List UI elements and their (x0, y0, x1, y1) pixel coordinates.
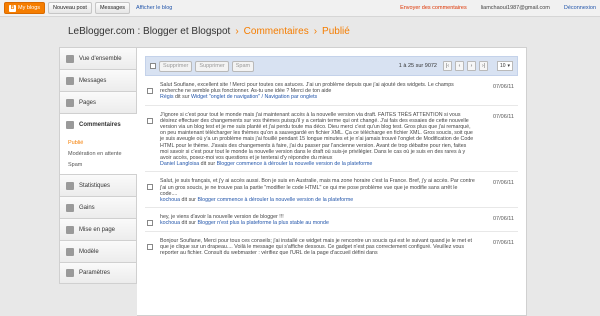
sidebar-item-pages[interactable]: Pages (59, 91, 137, 113)
stats-icon (66, 181, 74, 190)
send-comments-link[interactable]: Envoyer des commentaires (400, 5, 467, 11)
grid-icon (66, 54, 74, 63)
sidebar-item-label: Vue d'ensemble (79, 55, 122, 62)
sidebar-item-label: Mise en page (79, 226, 116, 233)
sidebar-item-comments[interactable]: Commentaires (59, 113, 137, 135)
sidebar-item-label: Commentaires (79, 121, 121, 128)
new-post-button[interactable]: Nouveau post (48, 2, 92, 14)
top-bar: B My blogs Nouveau post Messages Afficher… (0, 0, 600, 17)
comment-text: Salut, je suis français, et j'y ai accès… (160, 178, 475, 197)
comment-icon (66, 120, 74, 129)
sidebar-item-label: Gains (79, 204, 95, 211)
comment-item: Salut, je suis français, et j'y ai accès… (145, 172, 518, 209)
view-blog-link[interactable]: Afficher le blog (136, 5, 172, 11)
breadcrumb-comments[interactable]: Commentaires (244, 26, 309, 37)
sidebar-item-label: Messages (79, 77, 107, 84)
settings-icon (66, 269, 74, 277)
breadcrumb: LeBlogger.com : Blogger et Blogspot › Co… (0, 17, 600, 45)
comment-checkbox[interactable] (147, 88, 153, 94)
sidebar-item-label: Paramètres (79, 270, 111, 276)
comments-toolbar: Supprimer Supprimer Spam 1 à 25 sur 9072… (145, 56, 518, 76)
layout-icon (66, 225, 74, 234)
comment-author[interactable]: Daniel Langloisa (160, 161, 199, 167)
comments-subnav: Publié Modération en attente Spam (59, 135, 137, 174)
chevron-down-icon: ▾ (507, 63, 510, 69)
comment-date: 07/06/11 (492, 216, 514, 223)
earnings-icon (66, 203, 74, 212)
comment-date: 07/06/11 (492, 84, 514, 90)
comment-on-label: dit sur (181, 220, 196, 227)
sidebar-item-template[interactable]: Modèle (59, 240, 137, 262)
comment-date: 07/06/11 (492, 113, 514, 120)
sidebar-item-settings[interactable]: Paramètres (59, 262, 137, 284)
comment-post-link[interactable]: Blogger commence à dérouler la nouvelle … (197, 197, 353, 203)
sidebar-item-stats[interactable]: Statistiques (59, 174, 137, 196)
comment-author[interactable]: kochoua (160, 220, 180, 226)
logout-link[interactable]: Déconnexion (564, 5, 596, 11)
my-blogs-label: My blogs (18, 5, 41, 11)
comment-checkbox[interactable] (147, 220, 153, 227)
sidebar-item-earnings[interactable]: Gains (59, 196, 137, 218)
sidebar-item-label: Pages (79, 99, 97, 106)
sidebar-item-label: Modèle (79, 248, 99, 255)
prev-page-button[interactable]: ‹ (455, 61, 464, 71)
breadcrumb-separator: › (235, 25, 239, 37)
delete-button[interactable]: Supprimer (159, 60, 193, 72)
breadcrumb-separator: › (313, 25, 318, 37)
sidebar-item-posts[interactable]: Messages (59, 69, 137, 91)
template-icon (66, 247, 74, 256)
sidebar: Vue d'ensemble Messages Pages Commentair… (59, 47, 137, 284)
comment-text: J'ignore si c'est pour tout le monde mai… (160, 111, 474, 162)
comment-text: Salut Soufiane, excellent site ! Merci p… (160, 82, 454, 95)
blogger-icon: B (9, 4, 16, 12)
per-page-select[interactable]: 10 ▾ (497, 61, 513, 71)
comment-checkbox[interactable] (147, 117, 153, 124)
comment-text: Bonjour Soufiane, Merci pour tous ces co… (160, 237, 472, 257)
sidebar-item-overview[interactable]: Vue d'ensemble (59, 47, 137, 69)
comment-item: hey, je viens d'avoir la nouvelle versio… (145, 208, 518, 232)
next-page-button[interactable]: › (467, 61, 476, 71)
comment-on-label: dit sur (175, 94, 190, 101)
last-page-button[interactable]: ›| (479, 61, 488, 71)
comment-checkbox[interactable] (147, 184, 153, 191)
messages-button[interactable]: Messages (94, 2, 131, 14)
sidebar-item-label: Statistiques (79, 182, 111, 189)
user-email: liamchaoui1987@gmail.com (480, 5, 550, 11)
comment-item: J'ignore si c'est pour tout le monde mai… (145, 106, 518, 173)
comment-date: 07/06/11 (492, 239, 514, 246)
per-page-value: 10 (500, 63, 506, 69)
subnav-published[interactable]: Publié (68, 138, 137, 149)
breadcrumb-published: Publié (322, 25, 350, 37)
comment-item: Salut Soufiane, excellent site ! Merci p… (145, 76, 518, 106)
comment-on-label: dit sur (181, 197, 196, 204)
comment-date: 07/06/11 (492, 180, 514, 187)
subnav-pending-moderation[interactable]: Modération en attente (68, 149, 137, 160)
select-all-checkbox[interactable] (150, 63, 156, 69)
comments-panel: Supprimer Supprimer Spam 1 à 25 sur 9072… (137, 47, 527, 316)
my-blogs-button[interactable]: B My blogs (4, 2, 46, 14)
comment-post-link[interactable]: Widget "onglet de navigation" / Navigati… (191, 94, 317, 100)
sidebar-item-layout[interactable]: Mise en page (59, 218, 137, 240)
comment-on-label: dit sur (200, 161, 216, 168)
comment-author[interactable]: kochoua (160, 197, 180, 203)
post-icon (66, 76, 74, 85)
pagination-count: 1 à 25 sur 9072 (398, 63, 437, 69)
comment-author[interactable]: Régis (160, 94, 174, 100)
first-page-button[interactable]: |‹ (443, 61, 452, 71)
comment-post-link[interactable]: Blogger n'est plus la plateforme la plus… (197, 220, 328, 226)
pages-icon (66, 98, 74, 107)
comment-item: Bonjour Soufiane, Merci pour tous ces co… (145, 232, 518, 261)
blog-title[interactable]: LeBlogger.com : Blogger et Blogspot (68, 26, 230, 37)
comment-checkbox[interactable] (147, 243, 153, 250)
delete-permanently-button[interactable]: Supprimer (195, 60, 229, 72)
comment-post-link[interactable]: Blogger commence à dérouler la nouvelle … (217, 161, 373, 167)
subnav-spam[interactable]: Spam (68, 160, 137, 171)
spam-button[interactable]: Spam (231, 60, 255, 72)
